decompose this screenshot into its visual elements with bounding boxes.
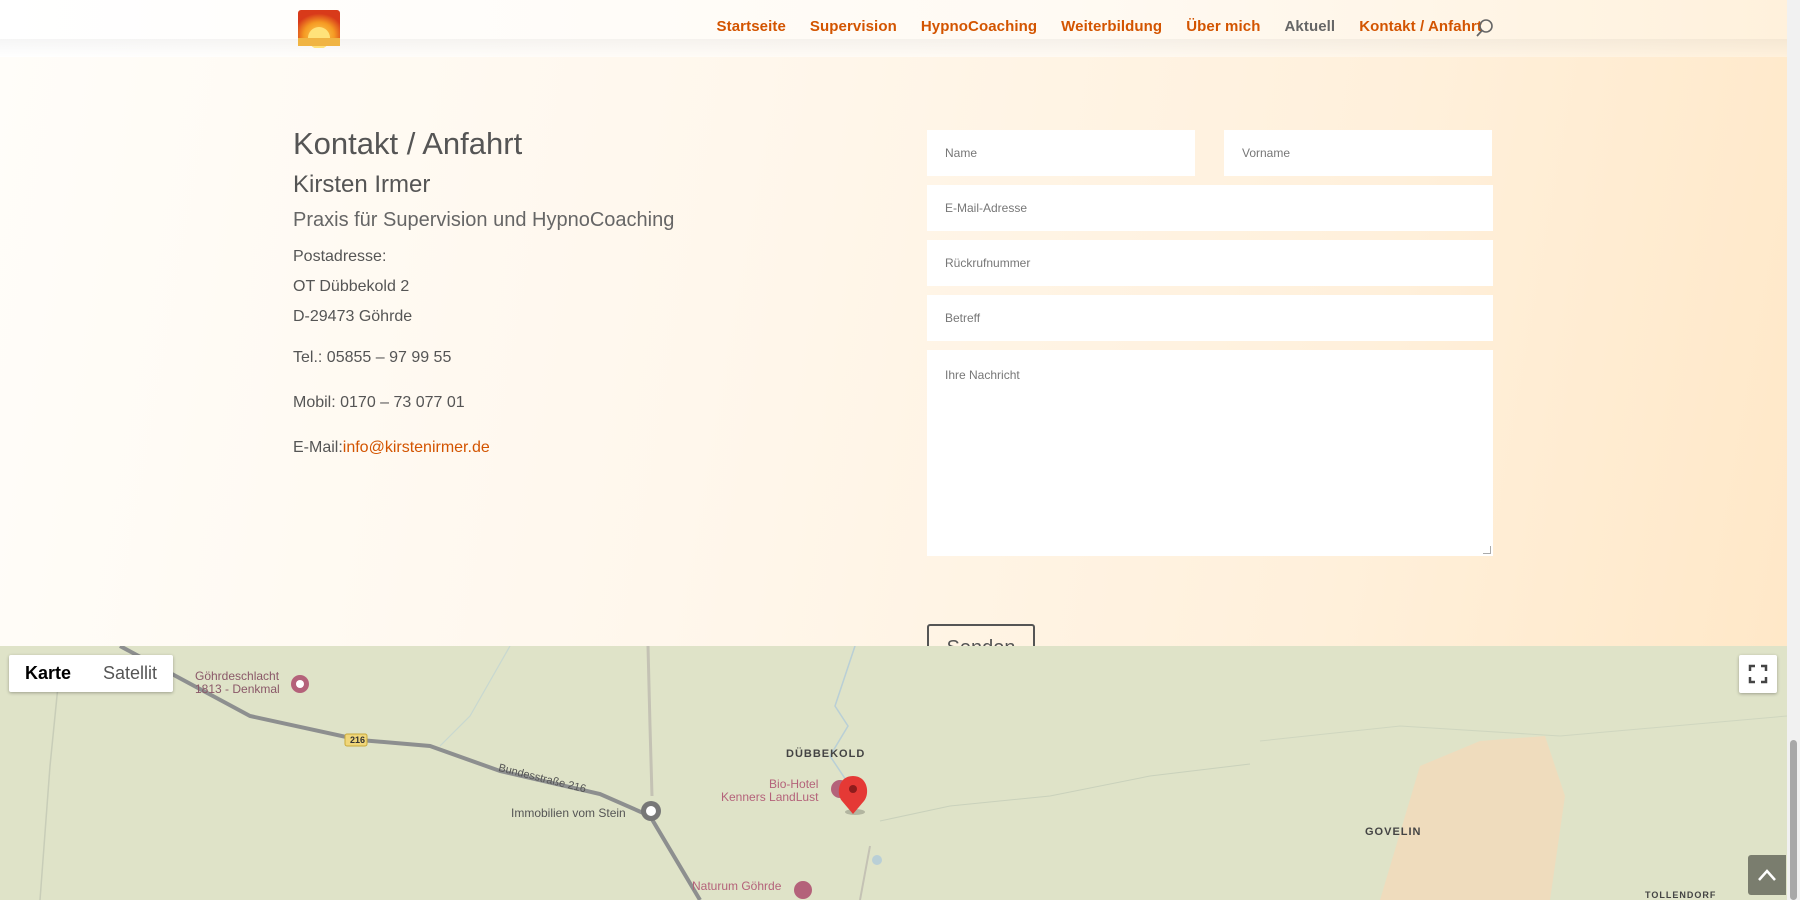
map-label-hotel[interactable]: Bio-Hotel Kenners LandLust	[721, 778, 818, 804]
contact-name: Kirsten Irmer	[293, 171, 431, 199]
map-type-toggle: Karte Satellit	[9, 655, 174, 692]
sun-logo-icon[interactable]	[296, 8, 342, 48]
route-badge-label: 216	[350, 735, 366, 745]
contact-section: Kontakt / Anfahrt Kirsten Irmer Praxis f…	[0, 57, 1787, 672]
email-label: E-Mail:	[293, 439, 343, 457]
nav-kontakt[interactable]: Kontakt / Anfahrt	[1359, 18, 1482, 35]
message-placeholder: Ihre Nachricht	[945, 368, 1020, 382]
google-map[interactable]: Göhrdeschlacht 1813 - Denkmal 216 Bundes…	[0, 646, 1787, 900]
map-type-karte[interactable]: Karte	[9, 655, 87, 692]
firstname-input[interactable]: Vorname	[1224, 130, 1492, 176]
email-input[interactable]: E-Mail-Adresse	[927, 185, 1493, 231]
contact-form: Name Vorname E-Mail-Adresse Rückrufnumme…	[927, 130, 1493, 672]
email-line: E-Mail:info@kirstenirmer.de	[293, 439, 853, 457]
contact-info: Kontakt / Anfahrt Kirsten Irmer Praxis f…	[293, 126, 853, 457]
address-street: OT Dübbekold 2	[293, 278, 410, 296]
map-label-govelin: GOVELIN	[1365, 826, 1422, 838]
map-label-village: DÜBBEKOLD	[786, 748, 866, 760]
scrollbar-thumb[interactable]	[1790, 740, 1797, 900]
nav-hypnocoaching[interactable]: HypnoCoaching	[921, 18, 1037, 35]
chevron-up-icon	[1758, 869, 1776, 881]
name-row: Name Vorname	[927, 130, 1493, 176]
address-city: D-29473 Göhrde	[293, 308, 413, 326]
contact-tagline: Praxis für Supervision und HypnoCoaching	[293, 209, 675, 232]
postal-address: Postadresse: OT Dübbekold 2 D-29473 Göhr…	[293, 242, 853, 332]
fullscreen-button[interactable]	[1739, 655, 1777, 693]
resize-handle-icon[interactable]	[1483, 546, 1491, 554]
email-link[interactable]: info@kirstenirmer.de	[343, 439, 490, 456]
nav-aktuell[interactable]: Aktuell	[1284, 18, 1335, 35]
fullscreen-icon	[1748, 664, 1768, 684]
map-label-immobilien[interactable]: Immobilien vom Stein	[511, 806, 626, 820]
page-title: Kontakt / Anfahrt	[293, 126, 523, 161]
page-scrollbar[interactable]	[1787, 0, 1800, 900]
main-nav: Startseite Supervision HypnoCoaching Wei…	[717, 18, 1482, 35]
name-input[interactable]: Name	[927, 130, 1195, 176]
map-label-denkmal[interactable]: Göhrdeschlacht 1813 - Denkmal	[195, 670, 280, 696]
subject-input[interactable]: Betreff	[927, 295, 1493, 341]
message-textarea[interactable]: Ihre Nachricht	[927, 350, 1493, 556]
nav-supervision[interactable]: Supervision	[810, 18, 897, 35]
map-type-satellite[interactable]: Satellit	[87, 655, 173, 692]
mobile-number: Mobil: 0170 – 73 077 01	[293, 394, 465, 412]
site-header: Startseite Supervision HypnoCoaching Wei…	[0, 0, 1787, 57]
nav-startseite[interactable]: Startseite	[717, 18, 786, 35]
nav-ueber-mich[interactable]: Über mich	[1186, 18, 1260, 35]
search-icon[interactable]	[1475, 18, 1495, 38]
nav-weiterbildung[interactable]: Weiterbildung	[1061, 18, 1162, 35]
address-label: Postadresse:	[293, 248, 387, 266]
header-shadow	[0, 39, 1787, 57]
phone-number: Tel.: 05855 – 97 99 55	[293, 349, 452, 367]
callback-input[interactable]: Rückrufnummer	[927, 240, 1493, 286]
back-to-top-button[interactable]	[1748, 855, 1786, 895]
map-label-tollendorf: TOLLENDORF	[1645, 890, 1717, 900]
map-label-museum[interactable]: Naturum Göhrde	[692, 880, 781, 893]
